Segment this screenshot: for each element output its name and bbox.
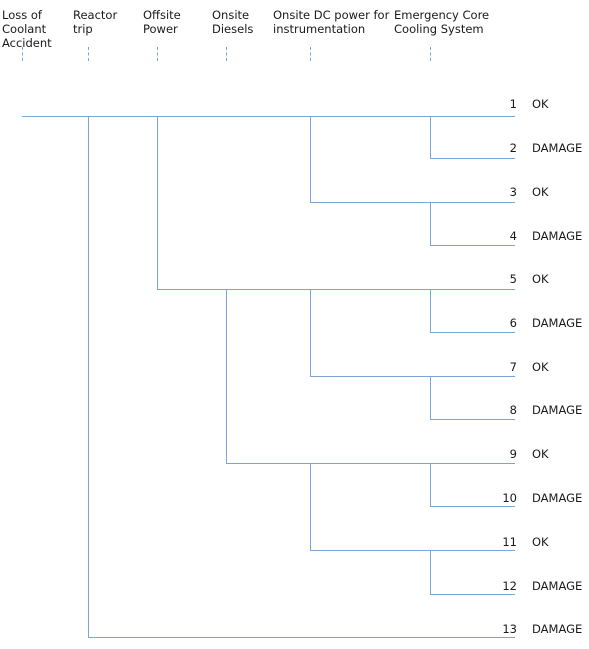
column-header-2: Offsite Power	[143, 8, 181, 37]
outcome-label-7: OK	[532, 360, 549, 374]
branch-horizontal-1	[430, 158, 515, 159]
column-tick-4	[310, 47, 311, 61]
branch-horizontal-5	[430, 332, 515, 333]
outcome-label-8: DAMAGE	[532, 403, 583, 417]
outcome-number-7: 7	[509, 360, 517, 374]
outcome-label-11: OK	[532, 535, 549, 549]
event-tree-diagram: Loss of Coolant Accident Reactor trip Offs…	[0, 0, 589, 649]
outcome-label-2: DAMAGE	[532, 141, 583, 155]
outcome-label-3: OK	[532, 185, 549, 199]
outcome-label-9: OK	[532, 447, 549, 461]
column-tick-2	[157, 47, 158, 61]
outcome-number-11: 11	[502, 535, 517, 549]
branch-horizontal-11	[430, 594, 515, 595]
outcome-number-3: 3	[509, 185, 517, 199]
branch-vertical-1	[157, 116, 158, 289]
outcome-number-10: 10	[502, 491, 517, 505]
column-header-4: Onsite DC power for instrumentation	[273, 8, 390, 37]
branch-vertical-5	[310, 463, 311, 550]
outcome-number-4: 4	[509, 229, 517, 243]
column-header-3: Onsite Diesels	[212, 8, 254, 37]
branch-vertical-8	[430, 289, 431, 332]
branch-horizontal-6	[310, 376, 515, 377]
column-tick-1	[88, 47, 89, 61]
branch-vertical-10	[430, 463, 431, 506]
outcome-number-8: 8	[509, 403, 517, 417]
branch-vertical-7	[430, 202, 431, 245]
outcome-label-10: DAMAGE	[532, 491, 583, 505]
outcome-label-4: DAMAGE	[532, 229, 583, 243]
column-tick-3	[226, 47, 227, 61]
branch-horizontal-12	[88, 637, 515, 638]
column-tick-5	[430, 47, 431, 61]
branch-vertical-4	[310, 289, 311, 376]
branch-horizontal-0	[22, 116, 515, 117]
branch-horizontal-7	[430, 419, 515, 420]
branch-horizontal-9	[430, 506, 515, 507]
branch-horizontal-2	[310, 202, 515, 203]
outcome-label-1: OK	[532, 97, 549, 111]
outcome-label-6: DAMAGE	[532, 316, 583, 330]
outcome-label-12: DAMAGE	[532, 579, 583, 593]
column-header-5: Emergency Core Cooling System	[394, 8, 490, 37]
branch-horizontal-10	[310, 550, 515, 551]
outcome-number-5: 5	[509, 272, 517, 286]
column-header-1: Reactor trip	[73, 8, 118, 37]
outcome-label-13: DAMAGE	[532, 622, 583, 636]
outcome-number-9: 9	[509, 447, 517, 461]
column-tick-0	[22, 47, 23, 61]
branch-horizontal-4	[157, 289, 515, 290]
branch-vertical-3	[310, 116, 311, 202]
outcome-number-1: 1	[509, 97, 517, 111]
outcome-number-6: 6	[509, 316, 517, 330]
branch-horizontal-8	[226, 463, 515, 464]
outcome-label-5: OK	[532, 272, 549, 286]
branch-horizontal-3	[430, 245, 515, 246]
branch-vertical-0	[88, 116, 89, 637]
branch-vertical-6	[430, 116, 431, 158]
outcome-number-13: 13	[502, 622, 517, 636]
outcome-number-12: 12	[502, 579, 517, 593]
branch-vertical-2	[226, 289, 227, 463]
column-header-0: Loss of Coolant Accident	[2, 8, 52, 51]
branch-vertical-9	[430, 376, 431, 419]
branch-vertical-11	[430, 550, 431, 594]
outcome-number-2: 2	[509, 141, 517, 155]
